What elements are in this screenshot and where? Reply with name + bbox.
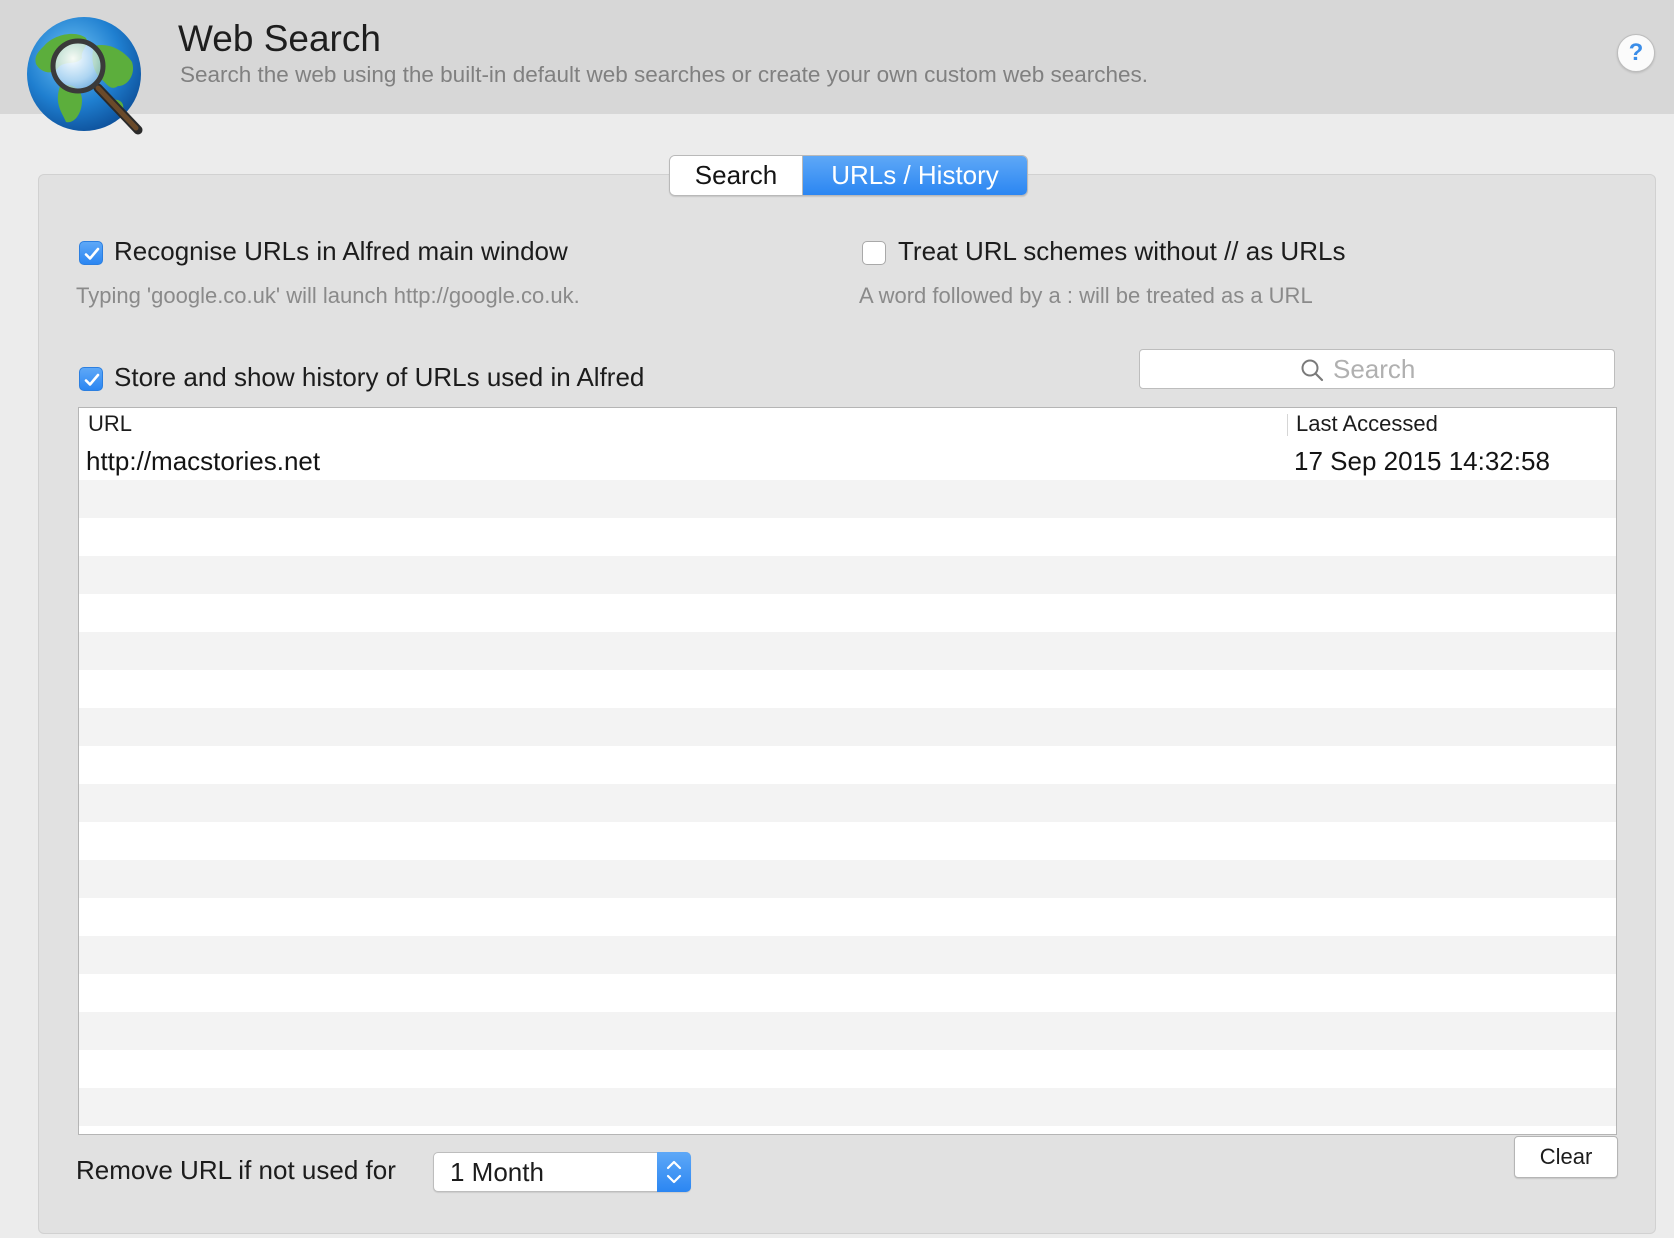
tab-search[interactable]: Search	[670, 156, 803, 195]
clear-button[interactable]: Clear	[1514, 1136, 1618, 1178]
up-down-chevron-icon	[666, 1160, 682, 1184]
checkmark-icon	[84, 373, 100, 386]
empty-table-row	[79, 1012, 1616, 1050]
remove-period-popup[interactable]: 1 Month	[433, 1152, 691, 1192]
empty-table-row	[79, 784, 1616, 822]
empty-table-row	[79, 974, 1616, 1012]
empty-table-row	[79, 480, 1616, 518]
empty-table-row	[79, 746, 1616, 784]
store-history-label[interactable]: Store and show history of URLs used in A…	[114, 362, 644, 393]
empty-table-row	[79, 1050, 1616, 1088]
remove-period-value: 1 Month	[450, 1157, 544, 1187]
column-divider[interactable]	[1287, 414, 1288, 436]
empty-table-row	[79, 594, 1616, 632]
search-icon	[1301, 359, 1324, 382]
treat-schemes-hint: A word followed by a : will be treated a…	[859, 283, 1313, 308]
empty-table-row	[79, 898, 1616, 936]
globe-magnifier-icon	[27, 17, 143, 135]
help-button[interactable]: ?	[1617, 34, 1655, 72]
store-history-checkbox[interactable]	[79, 367, 103, 391]
treat-schemes-checkbox[interactable]	[862, 241, 886, 265]
remove-url-label: Remove URL if not used for	[76, 1155, 396, 1185]
empty-table-row	[79, 936, 1616, 974]
empty-table-row	[79, 822, 1616, 860]
tab-urls-history[interactable]: URLs / History	[803, 156, 1027, 195]
empty-table-row	[79, 632, 1616, 670]
empty-table-row	[79, 708, 1616, 746]
table-rows: http://macstories.net 17 Sep 2015 14:32:…	[79, 442, 1616, 1134]
empty-table-row	[79, 556, 1616, 594]
empty-table-row	[79, 518, 1616, 556]
url-cell: http://macstories.net	[86, 446, 321, 476]
checkmark-icon	[84, 247, 100, 260]
table-header: URL Last Accessed	[79, 408, 1616, 443]
recognise-urls-label[interactable]: Recognise URLs in Alfred main window	[114, 236, 568, 267]
page-subtitle: Search the web using the built-in defaul…	[180, 62, 1149, 87]
empty-table-row	[79, 1088, 1616, 1126]
page-title: Web Search	[178, 18, 381, 59]
empty-table-row	[79, 860, 1616, 898]
history-search-field[interactable]	[1139, 349, 1615, 389]
recognise-urls-hint: Typing 'google.co.uk' will launch http:/…	[76, 283, 580, 308]
empty-table-row	[79, 1126, 1616, 1134]
column-header-url[interactable]: URL	[88, 411, 132, 437]
search-input[interactable]	[1333, 353, 1593, 385]
popup-stepper[interactable]	[657, 1152, 691, 1192]
column-header-last-accessed[interactable]: Last Accessed	[1296, 411, 1438, 437]
treat-schemes-label[interactable]: Treat URL schemes without // as URLs	[898, 236, 1345, 267]
table-row[interactable]: http://macstories.net 17 Sep 2015 14:32:…	[79, 442, 1616, 480]
recognise-urls-checkbox[interactable]	[79, 241, 103, 265]
last-accessed-cell: 17 Sep 2015 14:32:58	[1294, 446, 1550, 476]
tab-bar: Search URLs / History	[669, 155, 1028, 196]
empty-table-row	[79, 670, 1616, 708]
url-history-table[interactable]: URL Last Accessed http://macstories.net …	[78, 407, 1617, 1135]
